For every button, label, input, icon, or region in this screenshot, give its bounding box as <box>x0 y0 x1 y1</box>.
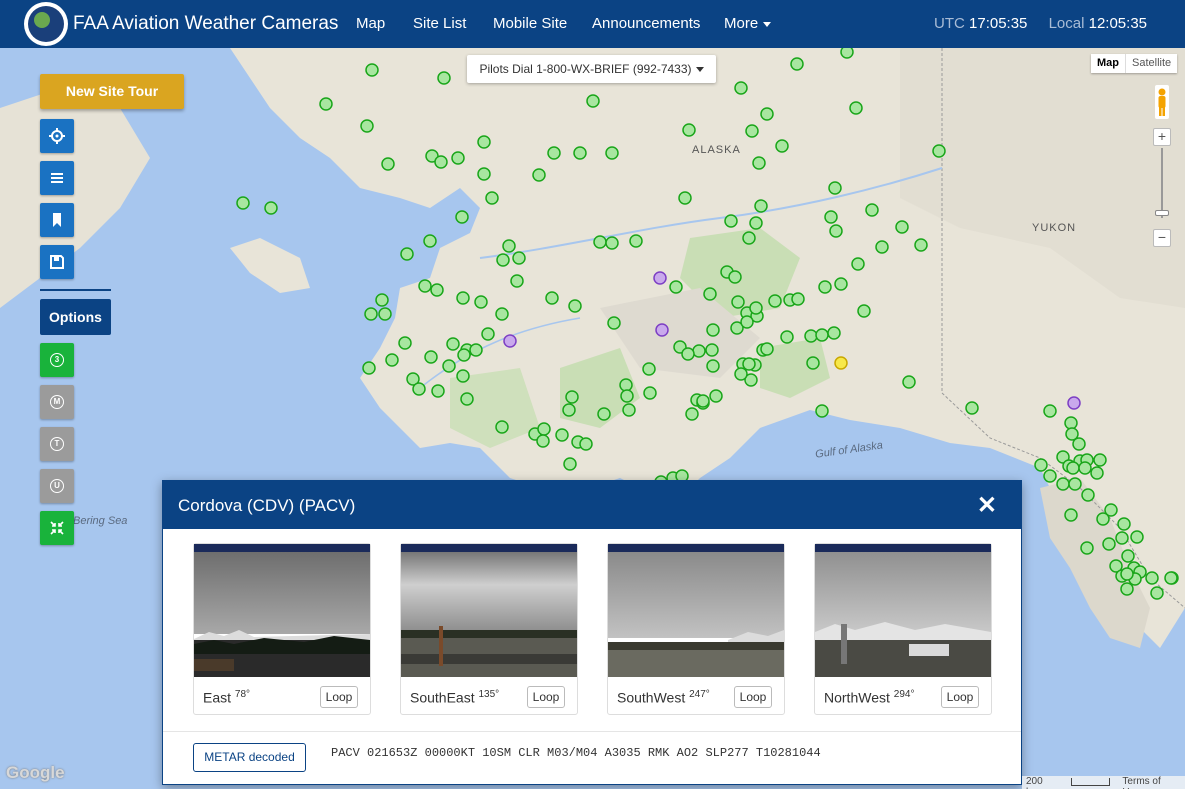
google-logo[interactable]: Google <box>6 763 65 783</box>
modal-divider <box>163 731 1021 732</box>
metar-decoded-button[interactable]: METAR decoded <box>193 743 306 772</box>
option-u-button[interactable]: U <box>40 469 74 503</box>
nav-site-list[interactable]: Site List <box>413 15 466 32</box>
camera-image[interactable] <box>815 544 991 677</box>
camera-direction: SouthWest 247° <box>617 689 710 706</box>
zoom-track[interactable] <box>1161 148 1163 218</box>
camera-image[interactable] <box>194 544 370 677</box>
save-button[interactable] <box>40 245 74 279</box>
scale-bar <box>1070 778 1111 786</box>
bookmark-button[interactable] <box>40 203 74 237</box>
site-detail-modal: Cordova (CDV) (PACV) ✕ East 78° Loop Sou… <box>162 480 1022 785</box>
compress-icon <box>50 521 64 535</box>
options-divider <box>40 289 111 291</box>
map-attribution: 200 km Terms of Use <box>1022 776 1185 789</box>
map-type-map[interactable]: Map <box>1091 54 1126 73</box>
options-button[interactable]: Options <box>40 299 111 335</box>
faa-logo[interactable] <box>24 2 68 46</box>
nav-more[interactable]: More <box>724 15 772 32</box>
collapse-button[interactable] <box>40 511 74 545</box>
brand-title[interactable]: FAA Aviation Weather Cameras <box>73 13 338 35</box>
camera-card[interactable]: NorthWest 294° Loop <box>814 543 992 715</box>
clock: UTC 17:05:35 Local 12:05:35 <box>934 15 1147 32</box>
zoom-control: + − <box>1153 128 1171 248</box>
camera-card[interactable]: SouthWest 247° Loop <box>607 543 785 715</box>
camera-card[interactable]: SouthEast 135° Loop <box>400 543 578 715</box>
zoom-slider-handle[interactable] <box>1155 210 1169 216</box>
scale-text: 200 km <box>1026 776 1043 789</box>
option-3-button[interactable]: 3 <box>40 343 74 377</box>
camera-direction: NorthWest 294° <box>824 689 915 706</box>
zoom-out-button[interactable]: − <box>1153 229 1171 247</box>
list-button[interactable] <box>40 161 74 195</box>
local-label: Local <box>1048 15 1085 32</box>
zoom-in-button[interactable]: + <box>1153 128 1171 146</box>
loop-button[interactable]: Loop <box>320 686 358 708</box>
terms-link[interactable]: Terms of Use <box>1122 776 1181 789</box>
new-site-tour-button[interactable]: New Site Tour <box>40 74 184 109</box>
loop-button[interactable]: Loop <box>941 686 979 708</box>
pegman-icon[interactable] <box>1155 85 1169 119</box>
caret-down-icon <box>763 21 772 27</box>
crosshair-icon <box>49 128 65 144</box>
locate-button[interactable] <box>40 119 74 153</box>
map-label-bering: Bering Sea <box>73 515 128 527</box>
local-time: 12:05:35 <box>1088 15 1147 32</box>
option-t-icon: T <box>50 437 64 451</box>
option-3-icon: 3 <box>50 353 64 367</box>
loop-button[interactable]: Loop <box>527 686 565 708</box>
loop-button[interactable]: Loop <box>734 686 772 708</box>
modal-title: Cordova (CDV) (PACV) <box>178 496 356 515</box>
list-icon <box>51 173 63 183</box>
camera-image[interactable] <box>608 544 784 677</box>
option-m-button[interactable]: M <box>40 385 74 419</box>
caret-down-icon <box>695 67 704 73</box>
metar-report: PACV 021653Z 00000KT 10SM CLR M03/M04 A3… <box>331 746 821 760</box>
pilots-dial-label: Pilots Dial 1-800-WX-BRIEF (992-7433) <box>479 62 692 76</box>
map-type-satellite[interactable]: Satellite <box>1126 54 1177 73</box>
map-label-alaska: ALASKA <box>692 144 741 156</box>
option-u-icon: U <box>50 479 64 493</box>
modal-header: Cordova (CDV) (PACV) ✕ <box>163 481 1021 529</box>
close-icon[interactable]: ✕ <box>977 491 997 520</box>
save-icon <box>50 255 64 269</box>
camera-direction: SouthEast 135° <box>410 689 500 706</box>
nav-announcements[interactable]: Announcements <box>592 15 700 32</box>
camera-card[interactable]: East 78° Loop <box>193 543 371 715</box>
option-t-button[interactable]: T <box>40 427 74 461</box>
map-label-yukon: YUKON <box>1032 222 1077 234</box>
nav-map[interactable]: Map <box>356 15 385 32</box>
map-type-control: Map Satellite <box>1091 54 1178 73</box>
utc-label: UTC <box>934 15 965 32</box>
bookmark-icon <box>53 213 61 227</box>
utc-time: 17:05:35 <box>969 15 1028 32</box>
nav-more-label: More <box>724 15 759 32</box>
option-m-icon: M <box>50 395 64 409</box>
top-navbar: FAA Aviation Weather Cameras Map Site Li… <box>0 0 1185 48</box>
pilots-dial-dropdown[interactable]: Pilots Dial 1-800-WX-BRIEF (992-7433) <box>467 55 716 83</box>
nav-mobile-site[interactable]: Mobile Site <box>493 15 567 32</box>
camera-image[interactable] <box>401 544 577 677</box>
camera-direction: East 78° <box>203 689 251 706</box>
